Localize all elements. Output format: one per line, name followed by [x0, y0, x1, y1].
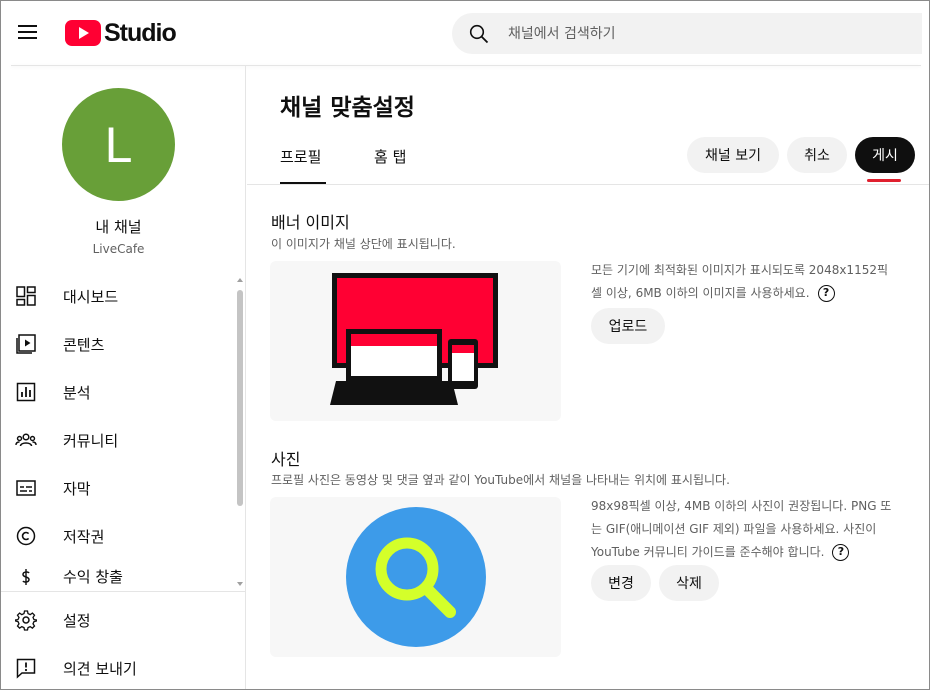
banner-info: 모든 기기에 최적화된 이미지가 표시되도록 2048x1152픽 셀 이상, …	[591, 259, 921, 305]
tab-profile[interactable]: 프로필	[280, 146, 326, 184]
sidebar-item-analytics[interactable]: 분석	[1, 368, 236, 416]
scroll-down-arrow-icon[interactable]	[237, 582, 243, 586]
publish-button[interactable]: 게시	[855, 137, 915, 173]
hamburger-menu-icon[interactable]	[15, 21, 41, 47]
monetization-icon	[22, 569, 30, 585]
subtitles-icon	[16, 480, 36, 496]
my-channel-label: 내 채널	[95, 218, 142, 236]
sidebar-item-label: 저작권	[63, 527, 105, 546]
photo-preview	[270, 497, 561, 657]
photo-info-line: 는 GIF(애니메이션 GIF 제외) 파일을 사용하세요. 사진이	[591, 522, 877, 536]
scroll-thumb[interactable]	[237, 290, 243, 506]
feedback-icon	[16, 658, 36, 679]
tab-label: 홈 탭	[374, 148, 407, 166]
view-channel-button[interactable]: 채널 보기	[687, 137, 779, 173]
studio-logo-text: Studio	[104, 18, 177, 47]
upload-button[interactable]: 업로드	[591, 308, 665, 344]
copyright-icon	[16, 526, 36, 546]
search-icon[interactable]	[469, 24, 489, 44]
sidebar-item-community[interactable]: 커뮤니티	[1, 416, 236, 464]
sidebar-scrollbar[interactable]	[236, 276, 244, 591]
sidebar: L 내 채널 LiveCafe 대시보드 콘텐츠 분석 커뮤니티 자막 저작권 …	[1, 66, 246, 689]
content-icon	[16, 334, 36, 354]
photo-info-line: 98x98픽셀 이상, 4MB 이하의 사진이 권장됩니다. PNG 또	[591, 499, 892, 513]
sidebar-item-settings[interactable]: 설정	[1, 596, 236, 644]
dashboard-icon	[16, 286, 36, 306]
sidebar-item-label: 커뮤니티	[63, 431, 119, 450]
banner-devices-illustration	[330, 273, 498, 405]
tab-home[interactable]: 홈 탭	[374, 146, 414, 184]
cancel-button[interactable]: 취소	[787, 137, 847, 173]
publish-highlight-mark	[867, 179, 901, 182]
sidebar-item-feedback[interactable]: 의견 보내기	[1, 644, 236, 689]
help-icon[interactable]: ?	[832, 544, 850, 561]
search-bar[interactable]	[452, 13, 922, 54]
youtube-play-icon	[65, 20, 101, 46]
banner-info-line-2: 셀 이상, 6MB 이하의 이미지를 사용하세요.?	[591, 282, 921, 305]
change-photo-button[interactable]: 변경	[591, 565, 651, 601]
profile-photo-illustration	[346, 507, 486, 647]
channel-avatar[interactable]: L	[62, 88, 175, 201]
banner-section-desc: 이 이미지가 채널 상단에 표시됩니다.	[271, 237, 456, 251]
banner-info-line: 모든 기기에 최적화된 이미지가 표시되도록 2048x1152픽	[591, 263, 889, 277]
scroll-up-arrow-icon[interactable]	[237, 278, 243, 282]
delete-photo-button[interactable]: 삭제	[659, 565, 719, 601]
sidebar-item-label: 수익 창출	[63, 568, 123, 586]
sidebar-item-content[interactable]: 콘텐츠	[1, 320, 236, 368]
photo-info-line: YouTube 커뮤니티 가이드를 준수해야 합니다.	[591, 545, 825, 559]
sidebar-item-label: 분석	[63, 383, 91, 402]
studio-logo[interactable]: Studio	[65, 18, 177, 48]
page-title: 채널 맞춤설정	[280, 95, 415, 121]
photo-section-desc: 프로필 사진은 동영상 및 댓글 옆과 같이 YouTube에서 채널을 나타내…	[271, 473, 730, 487]
channel-name: LiveCafe	[92, 242, 145, 256]
sidebar-item-label: 설정	[63, 611, 91, 630]
banner-info-line: 셀 이상, 6MB 이하의 이미지를 사용하세요.	[591, 286, 810, 300]
studio-window: Studio L 내 채널 LiveCafe 대시보드	[0, 0, 930, 690]
sidebar-item-label: 대시보드	[63, 287, 119, 306]
sidebar-item-subtitles[interactable]: 자막	[1, 464, 236, 512]
photo-info-line-3: YouTube 커뮤니티 가이드를 준수해야 합니다.?	[591, 541, 921, 564]
sidebar-item-dashboard[interactable]: 대시보드	[1, 272, 236, 320]
tabs-divider	[247, 184, 929, 185]
community-icon	[15, 433, 37, 447]
sidebar-item-label: 자막	[63, 479, 91, 498]
photo-section-title: 사진	[271, 450, 301, 469]
top-bar: Studio	[1, 1, 929, 65]
banner-preview	[270, 261, 561, 421]
settings-icon	[15, 610, 37, 631]
sidebar-item-copyright[interactable]: 저작권	[1, 512, 236, 560]
search-input[interactable]	[508, 13, 908, 54]
analytics-icon	[16, 382, 36, 402]
photo-info: 98x98픽셀 이상, 4MB 이하의 사진이 권장됩니다. PNG 또 는 G…	[591, 495, 921, 564]
tab-label: 프로필	[280, 148, 322, 166]
sidebar-item-label: 의견 보내기	[63, 659, 137, 678]
banner-section-title: 배너 이미지	[271, 213, 350, 232]
main-content: 채널 맞춤설정 프로필 홈 탭 채널 보기 취소 게시 배너 이미지 이 이미지…	[247, 66, 929, 689]
sidebar-item-label: 콘텐츠	[63, 335, 105, 354]
sidebar-divider	[1, 591, 246, 592]
help-icon[interactable]: ?	[817, 285, 835, 302]
